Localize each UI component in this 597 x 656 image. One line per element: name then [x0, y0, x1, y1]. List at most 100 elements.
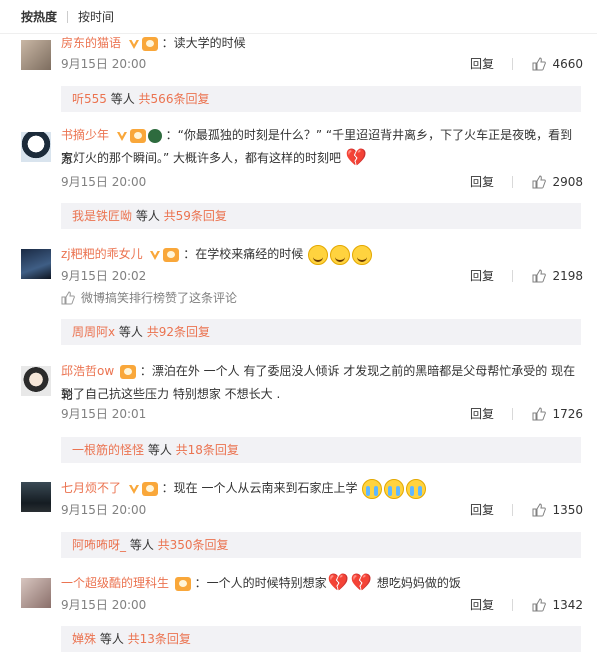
- reply-user-link[interactable]: 一根筋的怪怪: [72, 443, 144, 457]
- like-count: 1342: [552, 598, 583, 612]
- vip-badge-icon: [141, 36, 158, 51]
- reply-count-link[interactable]: 共566条回复: [139, 92, 210, 106]
- like-button[interactable]: 2908: [532, 172, 583, 192]
- sub-replies-box[interactable]: 我是铁匠呦 等人 共59条回复: [61, 203, 581, 229]
- reply-button[interactable]: 回复: [470, 500, 494, 520]
- crying-emoji-icon: [362, 478, 383, 499]
- thumbs-up-icon: [532, 269, 547, 283]
- verified-v-icon: [150, 250, 161, 260]
- reply-count-link[interactable]: 共59条回复: [164, 209, 227, 223]
- like-button[interactable]: 1726: [532, 404, 583, 424]
- comment-content-after: 想吃妈妈做的饭: [373, 576, 461, 590]
- comment-content-2: 家灯火的那个瞬间。” 大概许多人，都有这样的时刻吧: [61, 151, 342, 165]
- divider: [512, 58, 513, 70]
- reply-user-link[interactable]: 婵殊: [72, 632, 96, 646]
- verified-v-icon: [116, 131, 127, 141]
- sub-replies-box[interactable]: 阿咘咘呀_ 等人 共350条回复: [61, 532, 581, 558]
- avatar[interactable]: [21, 40, 51, 70]
- username-link[interactable]: 邱浩哲ow: [61, 364, 114, 378]
- avatar[interactable]: [21, 578, 51, 608]
- comment-meta: 9月15日 20:02 回复 2198: [61, 266, 583, 286]
- sub-replies-box[interactable]: 婵殊 等人 共13条回复: [61, 626, 581, 652]
- verified-v-icon: [128, 484, 139, 494]
- comment-time: 9月15日 20:00: [61, 175, 147, 189]
- comment-time: 9月15日 20:01: [61, 407, 147, 421]
- like-button[interactable]: 4660: [532, 54, 583, 74]
- avatar[interactable]: [21, 366, 51, 396]
- comment-time: 9月15日 20:00: [61, 57, 147, 71]
- divider: [512, 176, 513, 188]
- divider: [512, 504, 513, 516]
- comment-time: 9月15日 20:02: [61, 269, 147, 283]
- comment-meta: 9月15日 20:00 回复 4660: [61, 54, 583, 74]
- smile-emoji-icon: [308, 244, 329, 265]
- comment-content: ：在学校来痛经的时候: [183, 247, 304, 261]
- reply-others-text: 等人: [132, 209, 164, 223]
- avatar[interactable]: [21, 249, 51, 279]
- comment-content: ：一个人的时候特别想家: [194, 576, 327, 590]
- sort-tabs: 按热度 按时间: [0, 0, 597, 34]
- comment-meta: 9月15日 20:00 回复 2908: [61, 172, 583, 192]
- username-link[interactable]: 房东的猫语: [61, 36, 121, 50]
- reply-others-text: 等人: [96, 632, 128, 646]
- comment-text-line-2: 家灯火的那个瞬间。” 大概许多人，都有这样的时刻吧 💔: [61, 146, 583, 170]
- sub-replies-box[interactable]: 周周阿x 等人 共92条回复: [61, 319, 581, 345]
- broken-heart-icon: 💔: [327, 573, 349, 593]
- reply-button[interactable]: 回复: [470, 404, 494, 424]
- avatar[interactable]: [21, 482, 51, 512]
- like-count: 1726: [552, 407, 583, 421]
- thumbs-up-icon: [532, 175, 547, 189]
- like-count: 2908: [552, 175, 583, 189]
- reply-button[interactable]: 回复: [470, 595, 494, 615]
- username-link[interactable]: 七月烦不了: [61, 481, 121, 495]
- username-link[interactable]: zj粑粑的乖女儿: [61, 247, 143, 261]
- comment-meta: 9月15日 20:00 回复 1342: [61, 595, 583, 615]
- broken-heart-icon: 💔: [350, 573, 373, 593]
- sub-replies-box[interactable]: 听555 等人 共566条回复: [61, 86, 581, 112]
- reply-button[interactable]: 回复: [470, 266, 494, 286]
- comment-meta: 9月15日 20:00 回复 1350: [61, 500, 583, 520]
- comment-text-line: 房东的猫语 ：读大学的时候: [61, 31, 583, 55]
- reply-others-text: 等人: [126, 538, 158, 552]
- tab-by-hot[interactable]: 按热度: [21, 8, 57, 25]
- comment-time: 9月15日 20:00: [61, 503, 147, 517]
- vip-badge-icon: [174, 576, 191, 591]
- like-count: 1350: [552, 503, 583, 517]
- tab-by-time[interactable]: 按时间: [78, 8, 114, 25]
- like-button[interactable]: 2198: [532, 266, 583, 286]
- like-button[interactable]: 1350: [532, 500, 583, 520]
- tab-divider: [67, 10, 69, 23]
- username-link[interactable]: 书摘少年: [61, 128, 109, 142]
- vip-badge-icon: [163, 247, 180, 262]
- reply-count-link[interactable]: 共18条回复: [176, 443, 239, 457]
- reply-button[interactable]: 回复: [470, 54, 494, 74]
- comment-meta: 9月15日 20:01 回复 1726: [61, 404, 583, 424]
- reply-user-link[interactable]: 阿咘咘呀_: [72, 538, 126, 552]
- thumbs-up-icon: [532, 57, 547, 71]
- comment-text-line: zj粑粑的乖女儿 ：在学校来痛经的时候: [61, 242, 583, 266]
- reply-count-link[interactable]: 共350条回复: [158, 538, 229, 552]
- comment-text-line-2: 到了自己抗这些压力 特别想家 不想长大 .: [61, 382, 583, 406]
- liked-by-user-link[interactable]: 微博搞笑排行榜: [81, 289, 165, 307]
- reply-user-link[interactable]: 周周阿x: [72, 325, 115, 339]
- comment-time: 9月15日 20:00: [61, 598, 147, 612]
- reply-button[interactable]: 回复: [470, 172, 494, 192]
- divider: [512, 599, 513, 611]
- like-count: 2198: [552, 269, 583, 283]
- reply-count-link[interactable]: 共92条回复: [147, 325, 210, 339]
- thumbs-up-icon: [532, 407, 547, 421]
- liked-by-text: 赞了这条评论: [165, 291, 238, 305]
- like-count: 4660: [552, 57, 583, 71]
- reply-count-link[interactable]: 共13条回复: [128, 632, 191, 646]
- thumbs-up-icon: [61, 291, 75, 305]
- reply-user-link[interactable]: 听555: [72, 92, 107, 106]
- like-button[interactable]: 1342: [532, 595, 583, 615]
- reply-user-link[interactable]: 我是铁匠呦: [72, 209, 132, 223]
- username-link[interactable]: 一个超级酷的理科生: [61, 576, 169, 590]
- smile-emoji-icon: [352, 244, 373, 265]
- reply-others-text: 等人: [115, 325, 147, 339]
- avatar[interactable]: [21, 132, 51, 162]
- sub-replies-box[interactable]: 一根筋的怪怪 等人 共18条回复: [61, 437, 581, 463]
- liked-by-line: 微博搞笑排行榜 赞了这条评论: [61, 289, 237, 307]
- thumbs-up-icon: [532, 503, 547, 517]
